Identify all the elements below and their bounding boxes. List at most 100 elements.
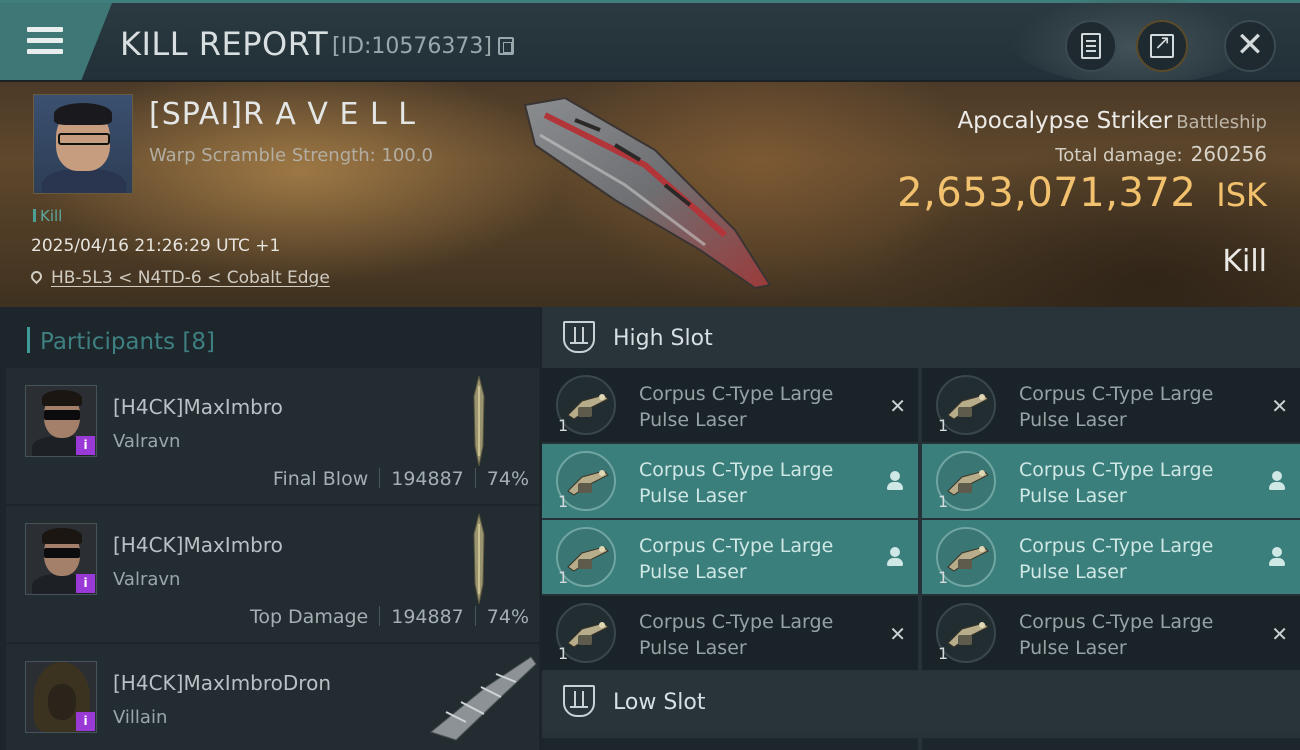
participant-ship: Valravn [113,431,181,452]
share-button[interactable] [1136,20,1188,72]
menu-button[interactable] [0,3,112,82]
victim-ship-image [523,96,772,290]
info-badge-icon[interactable]: i [76,712,95,731]
module-item[interactable]: 1 Corpus C-Type Large Pulse Laser [542,520,918,594]
high-slot-header: High Slot [542,307,1300,367]
module-name: Corpus C-Type Large Pulse Laser [639,383,834,431]
module-item[interactable]: 1 Corpus C-Type Large Pulse Laser [922,520,1300,594]
ship-name: Apocalypse Striker [957,108,1173,134]
participant-avatar[interactable]: i [25,523,97,595]
victim-name[interactable]: [SPAI]R A V E L L [149,97,416,132]
dropped-person-icon [886,471,904,491]
participant-damage: 194887 [391,468,464,490]
participant-role: Final Blow [272,468,369,490]
copy-icon[interactable] [498,37,514,55]
participant-row[interactable]: i [H4CK]MaxImbro Valravn Top Damage 19488… [6,506,539,642]
kill-report-screen: KILL REPORT [ID:10576373] ✕ [SPAI]R A V … [0,0,1300,750]
low-slot-icon [563,685,595,717]
module-quantity: 1 [938,568,949,587]
total-damage-label: Total damage: [1055,145,1183,166]
info-badge-icon[interactable]: i [76,574,95,593]
module-item[interactable]: 1 Corpus C-Type Large Pulse Laser ✕ [542,368,918,442]
document-icon [1081,33,1101,59]
low-slot-row-partial [542,738,1300,750]
top-bar: KILL REPORT [ID:10576373] ✕ [0,0,1300,85]
participant-stats: Top Damage 194887 74% [250,606,529,628]
ship-class: Battleship [1176,112,1267,133]
module-item[interactable]: 1 Corpus C-Type Large Pulse Laser [542,444,918,518]
module-name: Corpus C-Type Large Pulse Laser [639,459,834,507]
participant-ship-image [429,656,537,741]
kill-tag: Kill [33,207,62,225]
participant-ship-image [473,376,485,466]
module-quantity: 1 [938,644,949,663]
participant-row[interactable]: i [H4CK]MaxImbroDron Villain [6,644,539,750]
module-quantity: 1 [558,644,569,663]
participants-panel: Participants [8] i [H4CK]MaxImbro Valrav… [0,307,540,750]
participants-header: Participants [8] [27,327,215,355]
participant-ship: Valravn [113,569,181,590]
isk-unit: ISK [1216,176,1267,214]
high-slot-icon [563,321,595,353]
info-badge-icon[interactable]: i [76,436,95,455]
location-link[interactable]: HB-5L3 < N4TD-6 < Cobalt Edge [51,268,330,288]
victim-portrait[interactable] [33,94,133,194]
module-quantity: 1 [558,568,569,587]
close-button[interactable]: ✕ [1224,20,1276,72]
warp-scramble-strength: Warp Scramble Strength: 100.0 [149,145,433,166]
fitting-panel: High Slot 1 Corpus C-Type Large Pulse Las… [542,307,1300,750]
participant-ship-image [473,514,485,604]
participant-role: Top Damage [249,606,369,628]
module-item[interactable]: 1 Corpus C-Type Large Pulse Laser ✕ [922,368,1300,442]
report-id: [ID:10576373] [332,34,492,59]
victim-ship[interactable]: Apocalypse Striker Battleship [957,108,1267,134]
low-slot-header: Low Slot [542,671,1300,731]
planet-backdrop [1010,0,1260,85]
dropped-person-icon [1268,471,1286,491]
module-quantity: 1 [938,416,949,435]
module-name: Corpus C-Type Large Pulse Laser [639,611,834,659]
module-item[interactable]: 1 Corpus C-Type Large Pulse Laser ✕ [542,596,918,670]
participant-percent: 74% [486,606,529,628]
participant-stats: Final Blow 194887 74% [273,468,529,490]
low-slot-title: Low Slot [613,690,706,715]
dropped-person-icon [886,547,904,567]
participant-row[interactable]: i [H4CK]MaxImbro Valravn Final Blow 19488… [6,368,539,504]
participant-damage: 194887 [391,606,464,628]
total-damage-value: 260256 [1190,142,1267,166]
total-damage: Total damage: 260256 [1055,142,1267,166]
module-quantity: 1 [938,492,949,511]
share-icon [1150,30,1174,58]
module-quantity: 1 [558,416,569,435]
participant-percent: 74% [486,468,529,490]
dropped-person-icon [1268,547,1286,567]
destroyed-x-icon: ✕ [889,394,906,418]
kill-timestamp: 2025/04/16 21:26:29 UTC +1 [31,236,281,256]
location-pin-icon [28,268,45,285]
module-name: Corpus C-Type Large Pulse Laser [1019,459,1214,507]
close-icon: ✕ [1235,24,1265,65]
participant-name: [H4CK]MaxImbroDron [113,671,331,695]
high-slot-title: High Slot [613,326,713,351]
isk-value: 2,653,071,372 ISK [897,170,1267,216]
kill-location[interactable]: HB-5L3 < N4TD-6 < Cobalt Edge [28,268,330,288]
page-title: KILL REPORT [120,25,329,63]
participant-avatar[interactable]: i [25,385,97,457]
participant-name: [H4CK]MaxImbro [113,533,283,557]
destroyed-x-icon: ✕ [1271,394,1288,418]
module-name: Corpus C-Type Large Pulse Laser [639,535,834,583]
module-item[interactable]: 1 Corpus C-Type Large Pulse Laser ✕ [922,596,1300,670]
module-name: Corpus C-Type Large Pulse Laser [1019,535,1214,583]
destroyed-x-icon: ✕ [1271,622,1288,646]
participant-avatar[interactable]: i [25,661,97,733]
module-quantity: 1 [558,492,569,511]
module-name: Corpus C-Type Large Pulse Laser [1019,383,1214,431]
isk-amount: 2,653,071,372 [897,170,1197,216]
participant-name: [H4CK]MaxImbro [113,395,283,419]
kill-result: Kill [1222,244,1267,279]
module-item[interactable]: 1 Corpus C-Type Large Pulse Laser [922,444,1300,518]
destroyed-x-icon: ✕ [889,622,906,646]
document-button[interactable] [1065,20,1117,72]
participant-ship: Villain [113,707,168,728]
module-name: Corpus C-Type Large Pulse Laser [1019,611,1214,659]
